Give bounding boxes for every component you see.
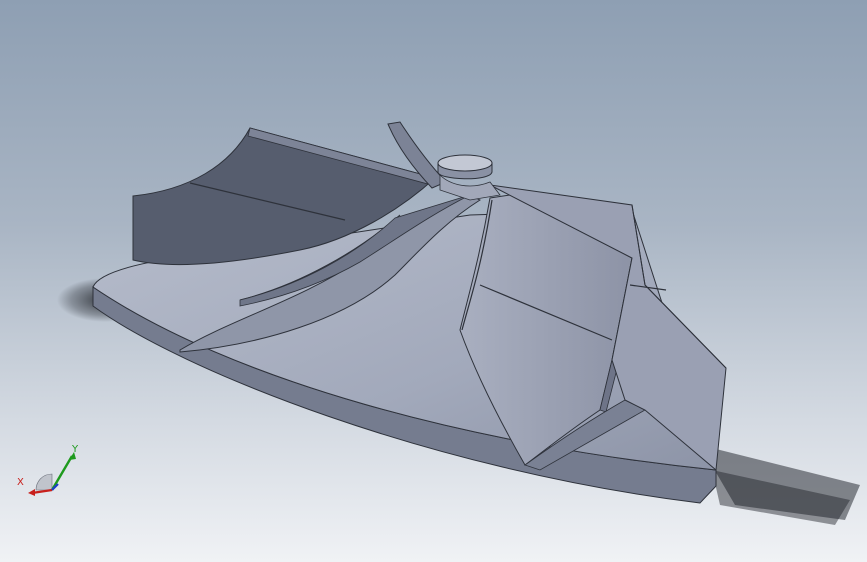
hub: [437, 154, 501, 201]
axis-y-label: Y: [72, 444, 79, 455]
axis-x-label: X: [17, 477, 24, 488]
reference-triad[interactable]: X Y: [14, 444, 84, 504]
impeller-model[interactable]: [0, 0, 867, 562]
graphics-viewport[interactable]: X Y: [0, 0, 867, 562]
